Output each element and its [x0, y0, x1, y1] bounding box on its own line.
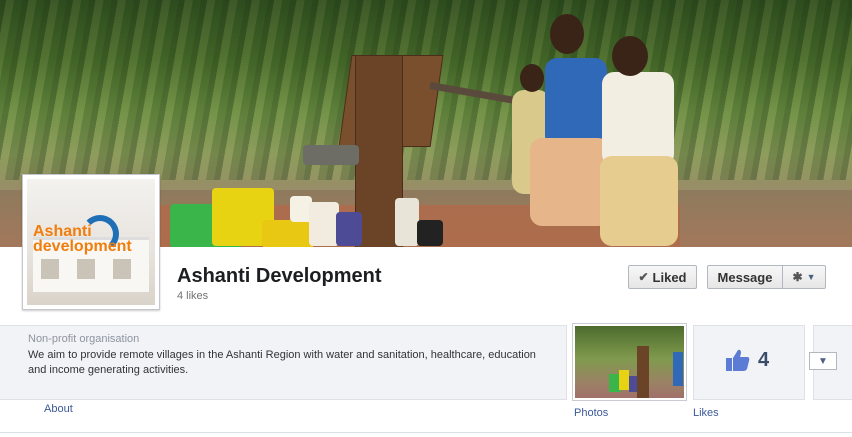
page-category: Non-profit organisation: [28, 333, 140, 345]
thumb-bucket: [629, 376, 637, 392]
message-button-label: Message: [717, 269, 773, 285]
chevron-down-icon: ▼: [818, 355, 828, 367]
liked-button[interactable]: ✔ Liked: [628, 265, 697, 289]
message-button[interactable]: Message: [707, 265, 782, 289]
gear-icon: ✱: [792, 270, 803, 284]
tab-likes[interactable]: Likes: [693, 407, 719, 419]
logo-window: [77, 259, 95, 279]
jerrycan: [309, 202, 339, 246]
jerrycan: [262, 220, 314, 247]
child-head: [612, 36, 648, 76]
child-head: [520, 64, 544, 92]
tab-photos[interactable]: Photos: [574, 407, 608, 419]
facebook-page: Ashanti development Ashanti Development …: [0, 0, 852, 437]
child: [530, 138, 610, 226]
water-pump-spout: [303, 145, 359, 165]
tab-about[interactable]: About: [44, 403, 73, 415]
child: [602, 72, 674, 166]
chevron-down-icon: ▼: [806, 272, 816, 282]
more-tabs-button[interactable]: ▼: [809, 352, 837, 370]
thumbs-up-icon: [726, 349, 750, 371]
bucket: [336, 212, 362, 246]
page-description: We aim to provide remote villages in the…: [28, 349, 536, 376]
profile-picture[interactable]: Ashanti development: [22, 174, 160, 310]
divider: [0, 432, 852, 433]
thumb-child: [673, 352, 683, 386]
jerrycan: [395, 198, 419, 246]
bucket: [417, 220, 443, 246]
photos-thumbnail-image: [575, 326, 684, 398]
logo-window: [113, 259, 131, 279]
child-head: [550, 14, 584, 54]
logo-window: [41, 259, 59, 279]
thumb-pump: [637, 346, 649, 398]
check-icon: ✔: [638, 270, 649, 284]
child: [600, 156, 678, 246]
likes-tab-count: 4: [758, 349, 770, 371]
logo-text-line2: development: [33, 238, 132, 255]
child: [545, 58, 607, 148]
liked-button-label: Liked: [652, 269, 687, 285]
page-title[interactable]: Ashanti Development: [177, 265, 381, 288]
settings-dropdown-button[interactable]: ✱ ▼: [782, 265, 826, 289]
photos-tab-thumbnail[interactable]: [572, 323, 687, 401]
thumb-jerrycan: [619, 370, 629, 390]
profile-logo: Ashanti development: [27, 179, 155, 305]
likes-count: 4 likes: [177, 290, 209, 302]
